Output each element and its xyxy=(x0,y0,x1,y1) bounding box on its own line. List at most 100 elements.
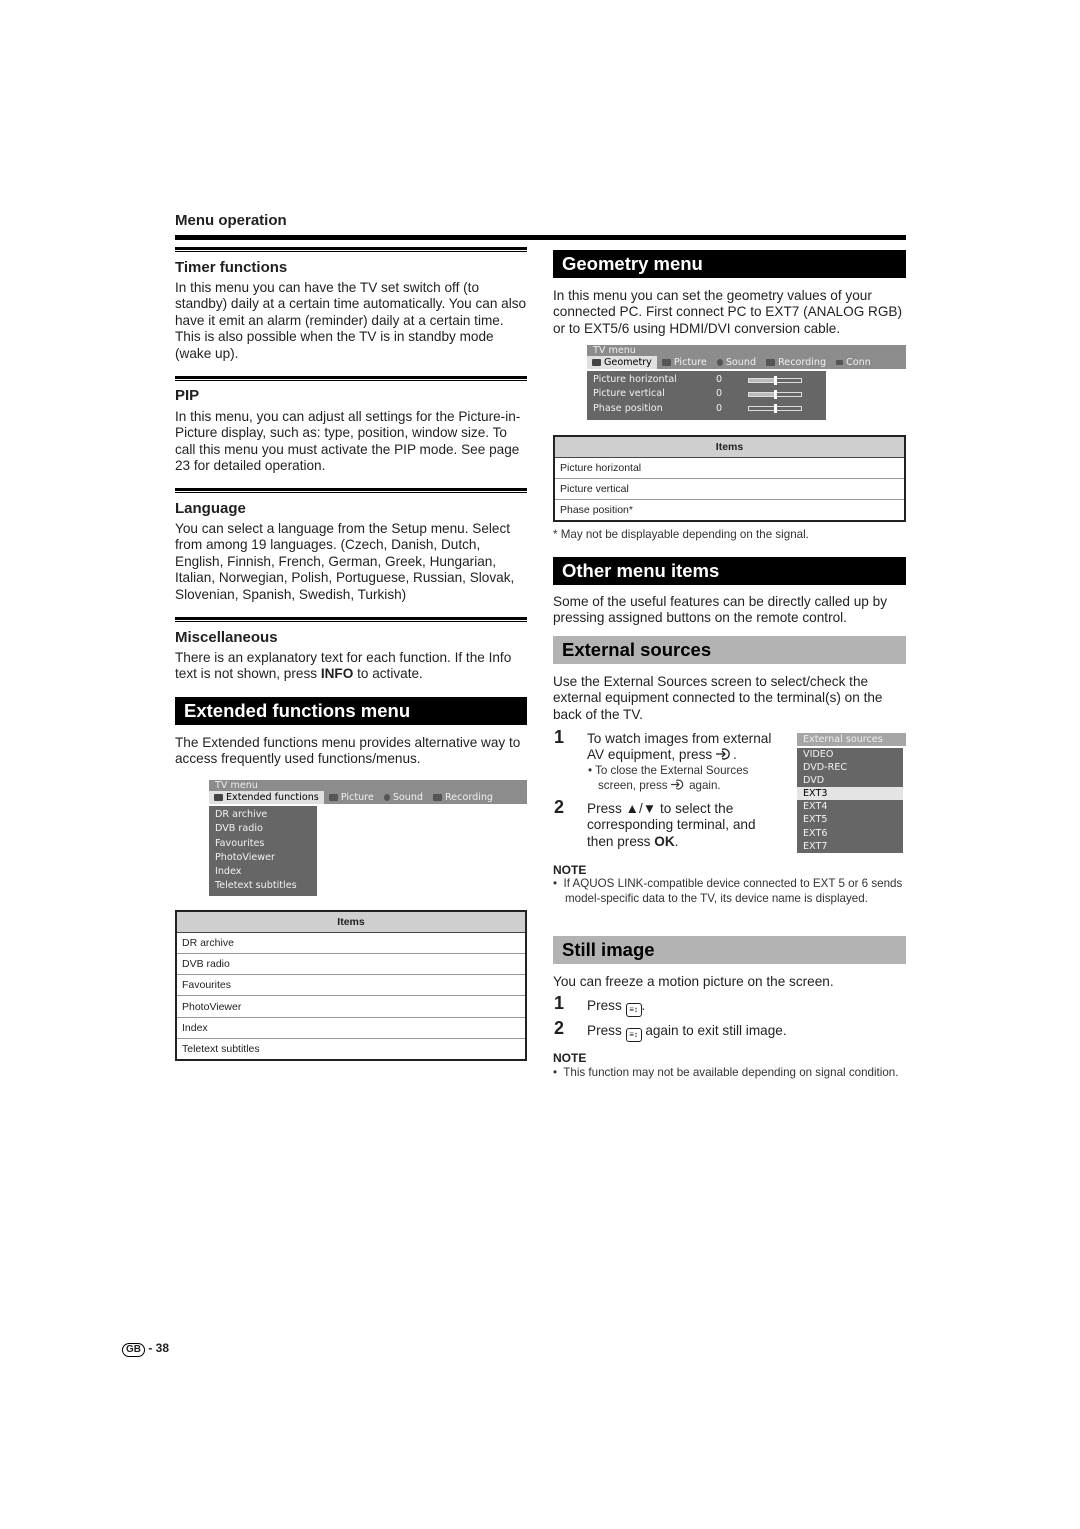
geometry-body: In this menu you can set the geometry va… xyxy=(553,288,903,336)
slider-knob[interactable] xyxy=(774,404,777,414)
table-row: DR archive xyxy=(176,931,526,954)
source-item[interactable]: EXT4 xyxy=(797,800,903,813)
slider-fill xyxy=(749,378,775,382)
setting-slider[interactable] xyxy=(748,404,802,414)
tab-label: Picture xyxy=(673,357,707,368)
still-image-icon: ≡↕ xyxy=(625,1003,642,1017)
external-step-2: Press ▲/▼ to select the corresponding te… xyxy=(587,801,797,850)
osd-title: TV menu xyxy=(587,345,906,356)
step-text: To watch images from external xyxy=(587,731,772,746)
osd-item[interactable]: Favourites xyxy=(215,837,311,851)
other-menu-items-heading: Other menu items xyxy=(553,557,906,585)
step-text: corresponding terminal, and xyxy=(587,817,756,833)
note-text: This function may not be available depen… xyxy=(563,1066,899,1079)
table-row: Favourites xyxy=(176,974,526,996)
still-step-2: Press ≡↕ again to exit still image. xyxy=(587,1023,887,1042)
geometry-row[interactable]: Picture horizontal 0 xyxy=(593,373,820,387)
setting-name: Picture vertical xyxy=(593,388,665,400)
external-sources-osd: External sources VIDEO DVD-REC DVD EXT3 … xyxy=(797,733,906,853)
osd-tab-sound[interactable]: Sound xyxy=(712,356,761,369)
bullet-text: screen, press xyxy=(598,779,668,792)
setting-slider[interactable] xyxy=(748,375,802,385)
slider-knob[interactable] xyxy=(774,389,777,399)
source-item[interactable]: VIDEO xyxy=(797,748,903,761)
info-key: INFO xyxy=(320,666,354,682)
tab-label: Recording xyxy=(778,357,827,368)
osd-item[interactable]: Index xyxy=(215,865,311,879)
external-sources-heading: External sources xyxy=(553,636,906,664)
osd-tab-picture[interactable]: Picture xyxy=(657,356,712,369)
tab-label: Sound xyxy=(725,357,757,368)
misc-body: There is an explanatory text for each fu… xyxy=(175,650,527,683)
source-item[interactable]: DVD-REC xyxy=(797,761,903,774)
osd-item[interactable]: Teletext subtitles xyxy=(215,879,311,893)
still-note: • This function may not be available dep… xyxy=(553,1066,899,1079)
table-row: DVB radio xyxy=(176,952,526,975)
osd-tab-recording[interactable]: Recording xyxy=(428,791,498,804)
osd-title: External sources xyxy=(797,733,906,746)
osd-tab-picture[interactable]: Picture xyxy=(324,791,379,804)
note-heading: NOTE xyxy=(553,1051,587,1065)
step-text: Press ▲/▼ to select the xyxy=(587,801,734,816)
geometry-items-table: Items Picture horizontal Picture vertica… xyxy=(553,435,906,522)
osd-tab-recording[interactable]: Recording xyxy=(761,356,831,369)
osd-tab-geometry[interactable]: Geometry xyxy=(587,356,657,369)
source-list: VIDEO DVD-REC DVD EXT3 EXT4 EXT5 EXT6 EX… xyxy=(797,748,903,853)
setting-slider[interactable] xyxy=(748,389,802,399)
page-footer: GB - 38 xyxy=(122,1341,169,1357)
geometry-icon xyxy=(592,359,601,366)
step-text: . xyxy=(674,833,679,849)
table-row: Teletext subtitles xyxy=(176,1037,526,1060)
bullet-text: To close the External Sources xyxy=(595,764,749,777)
picture-icon xyxy=(328,794,338,801)
misc-text: to activate. xyxy=(353,666,423,682)
osd-tab-connection[interactable]: Conn xyxy=(831,356,876,369)
divider xyxy=(175,617,527,622)
extended-osd: TV menu Extended functions Picture Sound… xyxy=(209,780,527,896)
tab-label: Sound xyxy=(392,792,424,803)
osd-item-list: DR archive DVB radio Favourites PhotoVie… xyxy=(209,806,317,896)
divider xyxy=(175,488,527,493)
language-body: You can select a language from the Setup… xyxy=(175,521,515,602)
sound-icon xyxy=(716,359,723,366)
tab-label: Conn xyxy=(846,357,871,368)
extended-functions-heading: Extended functions menu xyxy=(175,697,527,725)
source-item[interactable]: EXT6 xyxy=(797,827,903,840)
page-number: - 38 xyxy=(148,1341,170,1355)
osd-item[interactable]: DVB radio xyxy=(215,822,311,836)
geometry-heading: Geometry menu xyxy=(553,250,906,278)
geometry-row[interactable]: Phase position 0 xyxy=(593,402,820,416)
source-item-selected[interactable]: EXT3 xyxy=(797,787,903,801)
slider-fill xyxy=(749,392,775,396)
table-row: Picture vertical xyxy=(554,477,905,500)
tab-label: Picture xyxy=(340,792,374,803)
step-text: then press xyxy=(587,833,655,849)
source-item[interactable]: EXT7 xyxy=(797,840,903,853)
geometry-row[interactable]: Picture vertical 0 xyxy=(593,387,820,401)
setting-value: 0 xyxy=(716,388,723,400)
step-text: . xyxy=(732,747,737,763)
osd-tab-bar: Geometry Picture Sound Recording Conn xyxy=(587,356,906,369)
divider xyxy=(175,247,527,252)
step-text: AV equipment, press xyxy=(587,747,713,763)
timer-body: In this menu you can have the TV set swi… xyxy=(175,280,527,361)
source-item[interactable]: EXT5 xyxy=(797,813,903,826)
sound-icon xyxy=(383,794,390,801)
geometry-footnote: * May not be displayable depending on th… xyxy=(553,528,809,541)
divider xyxy=(175,376,527,381)
other-body: Some of the useful features can be direc… xyxy=(553,594,887,626)
external-step-1-bullet: • To close the External Sources screen, … xyxy=(588,764,749,792)
extended-body: The Extended functions menu provides alt… xyxy=(175,735,521,767)
slider-knob[interactable] xyxy=(774,375,777,385)
osd-tab-extended-functions[interactable]: Extended functions xyxy=(209,791,324,804)
osd-tab-sound[interactable]: Sound xyxy=(379,791,428,804)
osd-item[interactable]: PhotoViewer xyxy=(215,851,311,865)
recording-icon xyxy=(766,359,776,366)
recording-icon xyxy=(433,794,443,801)
connection-icon xyxy=(836,360,844,365)
osd-item[interactable]: DR archive xyxy=(215,808,311,822)
note-text: If AQUOS LINK-compatible device connecte… xyxy=(563,877,903,905)
source-item[interactable]: DVD xyxy=(797,774,903,787)
setting-value: 0 xyxy=(716,402,723,414)
step-number: 2 xyxy=(554,797,565,817)
